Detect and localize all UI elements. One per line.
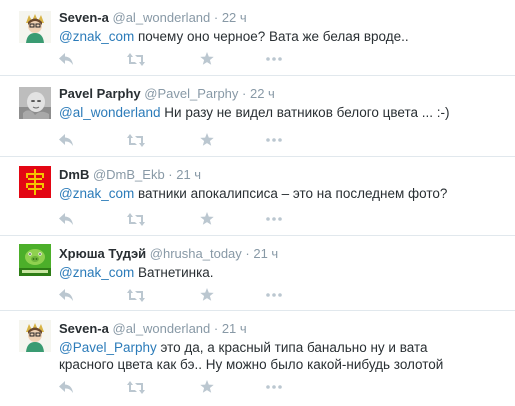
avatar[interactable] [19,166,51,198]
ornament-avatar-icon [19,166,51,198]
tweet-time[interactable]: · 21 ч [210,321,247,336]
mention-link[interactable]: @Pavel_Parphy [59,340,157,355]
girl-avatar-icon [19,320,51,352]
tweet-text: @al_wonderland Ни разу не видел ватников… [59,104,509,121]
retweet-icon [127,133,145,147]
tweet: DmB @DmB_Ekb · 21 ч @znak_com ватники ап… [0,157,515,236]
favorite-button[interactable] [198,132,216,148]
more-button[interactable] [265,211,283,227]
tweet-text-body: почему оно черное? Вата же белая вроде.. [134,29,409,44]
author-username[interactable]: @DmB_Ekb [93,167,165,182]
tweet: Pavel Parphy @Pavel_Parphy · 22 ч @al_wo… [0,76,515,157]
tweet: Seven-a @al_wonderland · 22 ч @znak_com … [0,0,515,76]
author-name[interactable]: Pavel Parphy [59,86,141,101]
author-name[interactable]: Seven-a [59,10,109,25]
retweet-icon [127,52,145,66]
more-button[interactable] [265,287,283,303]
tweet-time[interactable]: · 22 ч [210,10,247,25]
mention-link[interactable]: @znak_com [59,265,134,280]
retweet-icon [127,288,145,302]
tweet: Seven-a @al_wonderland · 21 ч @Pavel_Par… [0,311,515,406]
reply-button[interactable] [57,287,75,303]
favorite-button[interactable] [198,379,216,395]
reply-icon [58,380,73,393]
reply-icon [58,212,73,225]
reply-button[interactable] [57,211,75,227]
mention-link[interactable]: @al_wonderland [59,105,161,120]
reply-button[interactable] [57,132,75,148]
tweet-actions [0,51,282,67]
reply-icon [58,288,73,301]
avatar[interactable] [19,320,51,352]
tweet-text: @znak_com почему оно черное? Вата же бел… [59,28,509,45]
author-username[interactable]: @Pavel_Parphy [144,86,238,101]
more-icon [266,138,282,142]
more-icon [266,385,282,389]
retweet-button[interactable] [127,132,145,148]
retweet-icon [127,212,145,226]
mention-link[interactable]: @znak_com [59,29,134,44]
tweet-text: @znak_com Ватнетинка. [59,264,509,281]
retweet-button[interactable] [127,287,145,303]
tweet-text: @Pavel_Parphy это да, а красный типа бан… [59,339,475,373]
author-username[interactable]: @al_wonderland [113,321,211,336]
more-button[interactable] [265,379,283,395]
author-name[interactable]: Хрюша Тудэй [59,246,146,261]
avatar[interactable] [19,244,51,276]
tweet-time[interactable]: · 22 ч [238,86,275,101]
reply-icon [58,52,73,65]
author-name[interactable]: DmB [59,167,89,182]
reply-icon [58,133,73,146]
reply-button[interactable] [57,379,75,395]
tweet-actions [0,379,282,395]
avatar[interactable] [19,87,51,119]
more-icon [266,293,282,297]
tweet-actions [0,211,282,227]
tweet-text-body: Ватнетинка. [134,265,214,280]
reply-button[interactable] [57,51,75,67]
tweet-actions [0,132,282,148]
author-username[interactable]: @hrusha_today [150,246,242,261]
tweet-time[interactable]: · 21 ч [165,167,201,182]
tweet-time[interactable]: · 21 ч [242,246,278,261]
more-icon [266,57,282,61]
retweet-button[interactable] [127,211,145,227]
tweet: Хрюша Тудэй @hrusha_today · 21 ч @znak_c… [0,236,515,311]
girl-avatar-icon [19,11,51,43]
tweet-actions [0,287,282,303]
favorite-icon [200,380,214,393]
author-username[interactable]: @al_wonderland [113,10,211,25]
favorite-button[interactable] [198,287,216,303]
favorite-icon [200,212,214,225]
baby-photo-avatar-icon [19,87,51,119]
author-name[interactable]: Seven-a [59,321,109,336]
mention-link[interactable]: @znak_com [59,186,134,201]
avatar[interactable] [19,11,51,43]
favorite-icon [200,133,214,146]
favorite-icon [200,52,214,65]
retweet-button[interactable] [127,379,145,395]
tweet-text: @znak_com ватники апокалипсиса – это на … [59,185,509,202]
more-button[interactable] [265,132,283,148]
favorite-icon [200,288,214,301]
green-pig-avatar-icon [19,244,51,276]
retweet-button[interactable] [127,51,145,67]
favorite-button[interactable] [198,51,216,67]
more-button[interactable] [265,51,283,67]
favorite-button[interactable] [198,211,216,227]
tweet-text-body: ватники апокалипсиса – это на последнем … [134,186,448,201]
retweet-icon [127,380,145,394]
more-icon [266,217,282,221]
tweet-text-body: Ни разу не видел ватников белого цвета .… [160,105,450,120]
